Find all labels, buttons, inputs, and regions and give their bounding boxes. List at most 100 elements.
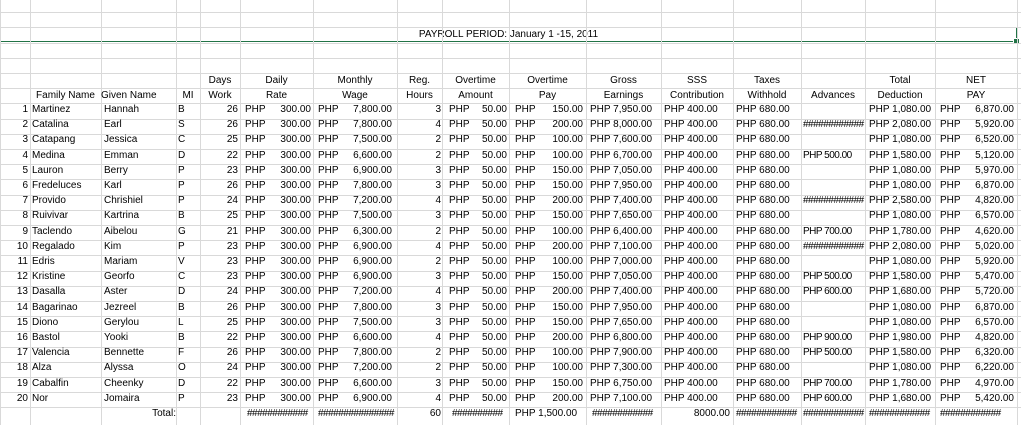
taxes-withhold[interactable]: PHP 680.00 <box>736 269 800 284</box>
row-number[interactable]: 18 <box>2 360 28 375</box>
sss-contribution[interactable]: PHP 400.00 <box>664 284 734 299</box>
total-deduction[interactable]: PHP 1,080.00 <box>869 360 937 375</box>
family-name[interactable]: Edris <box>32 254 100 269</box>
total-deduction[interactable]: PHP 1,080.00 <box>869 300 937 315</box>
advances[interactable]: PHP 500.00 <box>803 148 865 163</box>
reg-hours[interactable]: 3 <box>397 102 441 117</box>
reg-hours[interactable]: 4 <box>397 193 441 208</box>
overtime-pay[interactable]: 100.00 <box>530 345 583 360</box>
reg-hours[interactable]: 3 <box>397 376 441 391</box>
given-name[interactable]: Karl <box>104 178 176 193</box>
taxes-withhold[interactable]: PHP 680.00 <box>736 193 800 208</box>
overtime-amount[interactable]: 50.00 <box>466 345 507 360</box>
overtime-amount[interactable]: 50.00 <box>466 117 507 132</box>
daily-rate[interactable]: 300.00 <box>264 330 311 345</box>
daily-rate[interactable]: 300.00 <box>264 102 311 117</box>
row-number[interactable]: 12 <box>2 269 28 284</box>
sss-contribution[interactable]: PHP 400.00 <box>664 102 734 117</box>
days-work[interactable]: 26 <box>200 300 238 315</box>
column-header[interactable]: Pay <box>509 88 586 103</box>
days-work[interactable]: 21 <box>200 224 238 239</box>
advances[interactable]: ############ <box>803 193 865 208</box>
given-name[interactable]: Jessica <box>104 132 176 147</box>
overtime-amount[interactable]: 50.00 <box>466 208 507 223</box>
sss-contribution[interactable]: PHP 400.00 <box>664 178 734 193</box>
column-header-top[interactable]: Reg. <box>397 73 442 88</box>
daily-rate[interactable]: 300.00 <box>264 269 311 284</box>
overtime-pay[interactable]: 150.00 <box>530 300 583 315</box>
overtime-pay[interactable]: 100.00 <box>530 254 583 269</box>
daily-rate[interactable]: 300.00 <box>264 224 311 239</box>
advances[interactable]: ############ <box>803 117 865 132</box>
given-name[interactable]: Georfo <box>104 269 176 284</box>
middle-initial[interactable]: P <box>178 193 198 208</box>
family-name[interactable]: Lauron <box>32 163 100 178</box>
monthly-wage[interactable]: 6,600.00 <box>330 148 392 163</box>
taxes-withhold[interactable]: PHP 680.00 <box>736 163 800 178</box>
overtime-amount[interactable]: 50.00 <box>466 193 507 208</box>
days-work[interactable]: 22 <box>200 330 238 345</box>
sss-contribution[interactable]: PHP 400.00 <box>664 208 734 223</box>
overtime-pay[interactable]: 150.00 <box>530 269 583 284</box>
total-deduction[interactable]: PHP 1,580.00 <box>869 345 937 360</box>
net-pay[interactable]: 5,920.00 <box>958 254 1014 269</box>
total-deduction[interactable]: PHP 1,080.00 <box>869 163 937 178</box>
days-work[interactable]: 24 <box>200 284 238 299</box>
overtime-amount[interactable]: 50.00 <box>466 284 507 299</box>
column-header[interactable]: Withhold <box>733 88 801 103</box>
days-work[interactable]: 23 <box>200 254 238 269</box>
reg-hours[interactable]: 4 <box>397 391 441 406</box>
days-work[interactable]: 25 <box>200 208 238 223</box>
overtime-pay[interactable]: 100.00 <box>530 132 583 147</box>
taxes-withhold[interactable]: PHP 680.00 <box>736 360 800 375</box>
gross-earnings[interactable]: PHP 7,650.00 <box>590 315 662 330</box>
family-name[interactable]: Catapang <box>32 132 100 147</box>
net-pay[interactable]: 5,720.00 <box>958 284 1014 299</box>
net-pay[interactable]: 6,870.00 <box>958 300 1014 315</box>
column-header[interactable]: MI <box>176 88 200 103</box>
total-deduction[interactable]: PHP 1,080.00 <box>869 102 937 117</box>
monthly-wage[interactable]: 7,200.00 <box>330 193 392 208</box>
daily-rate[interactable]: 300.00 <box>264 117 311 132</box>
sss-contribution[interactable]: PHP 400.00 <box>664 224 734 239</box>
family-name[interactable]: Catalina <box>32 117 100 132</box>
net-pay[interactable]: 5,020.00 <box>958 239 1014 254</box>
advances[interactable] <box>803 132 865 147</box>
gross-earnings[interactable]: PHP 6,400.00 <box>590 224 662 239</box>
monthly-wage[interactable]: 7,500.00 <box>330 315 392 330</box>
reg-hours[interactable]: 2 <box>397 360 441 375</box>
gross-earnings[interactable]: PHP 6,800.00 <box>590 330 662 345</box>
family-name[interactable]: Regalado <box>32 239 100 254</box>
overtime-amount[interactable]: 50.00 <box>466 254 507 269</box>
middle-initial[interactable]: S <box>178 117 198 132</box>
middle-initial[interactable]: P <box>178 178 198 193</box>
taxes-withhold[interactable]: PHP 680.00 <box>736 224 800 239</box>
given-name[interactable]: Yooki <box>104 330 176 345</box>
daily-rate[interactable]: 300.00 <box>264 376 311 391</box>
net-pay[interactable]: 6,870.00 <box>958 178 1014 193</box>
days-work[interactable]: 23 <box>200 269 238 284</box>
column-header-top[interactable]: Taxes <box>733 73 801 88</box>
sss-contribution[interactable]: PHP 400.00 <box>664 345 734 360</box>
overtime-pay[interactable]: 150.00 <box>530 178 583 193</box>
total-deduction[interactable]: PHP 2,080.00 <box>869 239 937 254</box>
sss-contribution[interactable]: PHP 400.00 <box>664 117 734 132</box>
gross-earnings[interactable]: PHP 7,650.00 <box>590 208 662 223</box>
daily-rate[interactable]: 300.00 <box>264 360 311 375</box>
given-name[interactable]: Hannah <box>104 102 176 117</box>
row-number[interactable]: 15 <box>2 315 28 330</box>
net-pay[interactable]: 6,570.00 <box>958 315 1014 330</box>
overtime-pay[interactable]: 200.00 <box>530 239 583 254</box>
column-header[interactable]: Wage <box>313 88 397 103</box>
net-pay[interactable]: 4,970.00 <box>958 376 1014 391</box>
total-sss[interactable]: 8000.00 <box>664 406 730 421</box>
reg-hours[interactable]: 3 <box>397 300 441 315</box>
column-header[interactable]: Earnings <box>586 88 661 103</box>
reg-hours[interactable]: 4 <box>397 117 441 132</box>
advances[interactable] <box>803 163 865 178</box>
advances[interactable]: PHP 600.00 <box>803 391 865 406</box>
sss-contribution[interactable]: PHP 400.00 <box>664 254 734 269</box>
net-pay[interactable]: 6,320.00 <box>958 345 1014 360</box>
family-name[interactable]: Bastol <box>32 330 100 345</box>
reg-hours[interactable]: 2 <box>397 224 441 239</box>
